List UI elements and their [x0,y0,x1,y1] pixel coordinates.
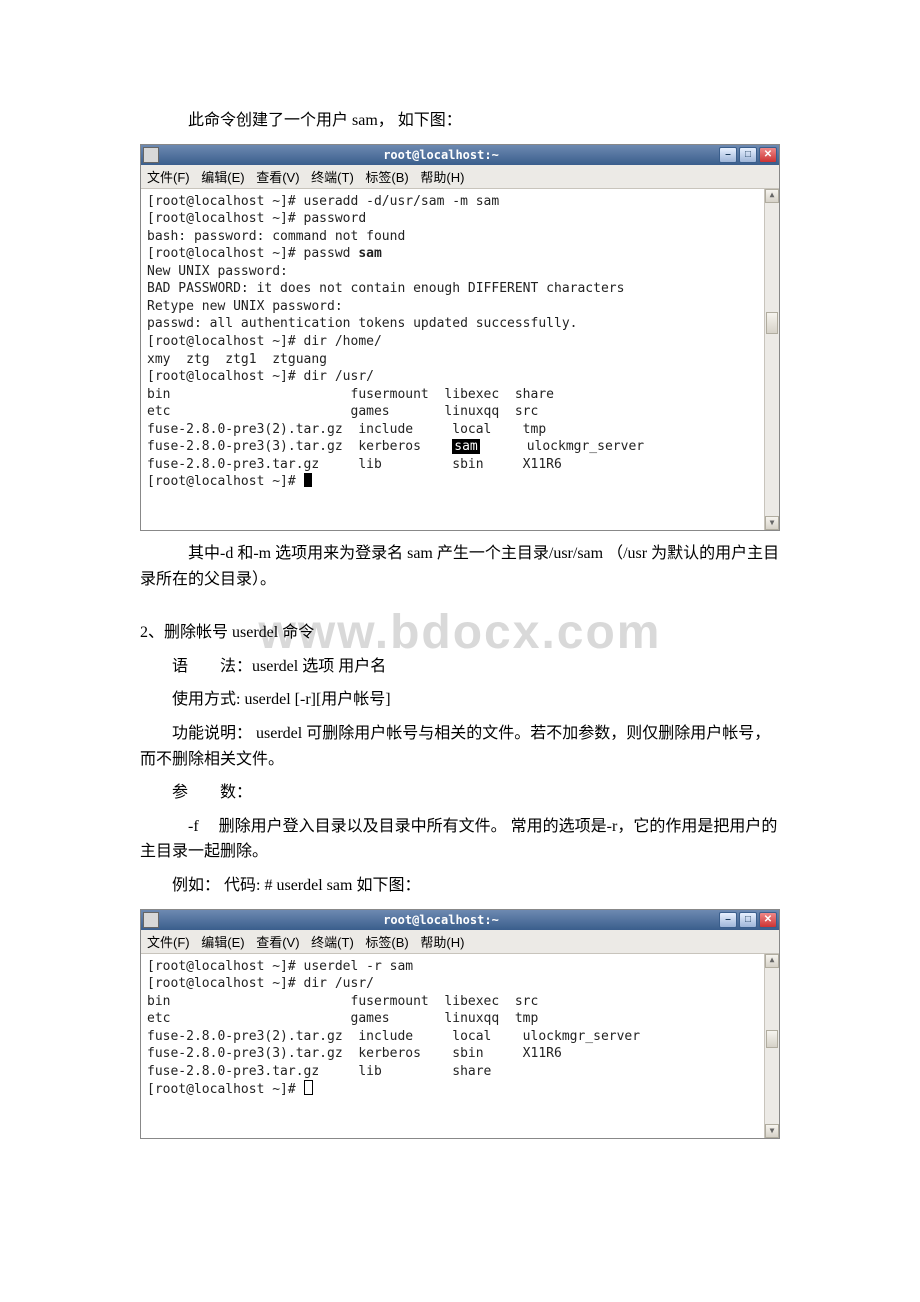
maximize-button[interactable]: □ [739,147,757,163]
terminal-window-1: root@localhost:~ – □ ✕ 文件(F) 编辑(E) 查看(V)… [140,144,780,531]
menu-edit[interactable]: 编辑(E) [201,935,244,950]
intro-text-1: 此命令创建了一个用户 sam， 如下图： [140,108,780,134]
heading-userdel: 2、删除帐号 userdel 命令 [140,620,780,646]
menu-tabs[interactable]: 标签(B) [365,170,408,185]
term1-passwd-arg: sam [358,246,381,261]
scroll-track[interactable] [765,203,779,516]
scrollbar-2[interactable]: ▲ ▼ [764,954,779,1138]
menu-terminal[interactable]: 终端(T) [311,935,354,950]
syntax-val: userdel 选项 用户名 [252,658,386,675]
usage-line: 使用方式: userdel [-r][用户帐号] [140,687,780,713]
term1-mid: New UNIX password: BAD PASSWORD: it does… [147,264,624,454]
menubar-1: 文件(F) 编辑(E) 查看(V) 终端(T) 标签(B) 帮助(H) [141,165,779,189]
menu-edit[interactable]: 编辑(E) [201,170,244,185]
terminal-window-2: root@localhost:~ – □ ✕ 文件(F) 编辑(E) 查看(V)… [140,909,780,1139]
term1-highlight-sam: sam [452,439,479,454]
window-icon [143,912,159,928]
scroll-up-button[interactable]: ▲ [765,954,779,968]
syntax-line: 语 法：userdel 选项 用户名 [140,654,780,680]
example-line: 例如： 代码: # userdel sam 如下图： [140,873,780,899]
cursor-icon [304,473,312,487]
close-button[interactable]: ✕ [759,912,777,928]
term2-content: [root@localhost ~]# userdel -r sam [root… [147,959,640,1098]
scroll-up-button[interactable]: ▲ [765,189,779,203]
titlebar-2[interactable]: root@localhost:~ – □ ✕ [141,910,779,930]
menu-help[interactable]: 帮助(H) [420,935,464,950]
menu-view[interactable]: 查看(V) [256,170,299,185]
usage-val: userdel [-r][用户帐号] [244,691,390,708]
window-icon [143,147,159,163]
param-f-line: -f 删除用户登入目录以及目录中所有文件。 常用的选项是-r，它的作用是把用户的… [140,814,780,865]
cursor-icon [304,1080,313,1095]
maximize-button[interactable]: □ [739,912,757,928]
para-d-m-explain: 其中-d 和-m 选项用来为登录名 sam 产生一个主目录/usr/sam （/… [140,541,780,592]
term1-pre: [root@localhost ~]# useradd -d/usr/sam -… [147,194,499,262]
menu-view[interactable]: 查看(V) [256,935,299,950]
para2-text: 其中-d 和-m 选项用来为登录名 sam 产生一个主目录/usr/sam （/… [140,545,779,588]
terminal-body-1[interactable]: [root@localhost ~]# useradd -d/usr/sam -… [141,189,779,530]
scroll-thumb[interactable] [766,312,778,334]
menu-terminal[interactable]: 终端(T) [311,170,354,185]
scroll-down-button[interactable]: ▼ [765,516,779,530]
window-title: root@localhost:~ [163,148,719,162]
scrollbar-1[interactable]: ▲ ▼ [764,189,779,530]
menu-file[interactable]: 文件(F) [147,935,190,950]
scroll-thumb[interactable] [766,1030,778,1048]
scroll-track[interactable] [765,968,779,1124]
param-label-line: 参 数： [140,780,780,806]
menu-file[interactable]: 文件(F) [147,170,190,185]
terminal-body-2[interactable]: [root@localhost ~]# userdel -r sam [root… [141,954,779,1138]
menubar-2: 文件(F) 编辑(E) 查看(V) 终端(T) 标签(B) 帮助(H) [141,930,779,954]
titlebar-1[interactable]: root@localhost:~ – □ ✕ [141,145,779,165]
minimize-button[interactable]: – [719,912,737,928]
func-line: 功能说明： userdel 可删除用户帐号与相关的文件。若不加参数，则仅删除用户… [140,721,780,772]
scroll-down-button[interactable]: ▼ [765,1124,779,1138]
minimize-button[interactable]: – [719,147,737,163]
close-button[interactable]: ✕ [759,147,777,163]
menu-tabs[interactable]: 标签(B) [365,935,408,950]
menu-help[interactable]: 帮助(H) [420,170,464,185]
syntax-label: 语 法： [172,658,252,675]
example-label: 例如： [172,877,220,894]
func-label: 功能说明： [172,725,252,742]
window-title-2: root@localhost:~ [163,913,719,927]
usage-label: 使用方式: [172,691,244,708]
example-val: 代码: # userdel sam 如下图： [220,877,420,894]
